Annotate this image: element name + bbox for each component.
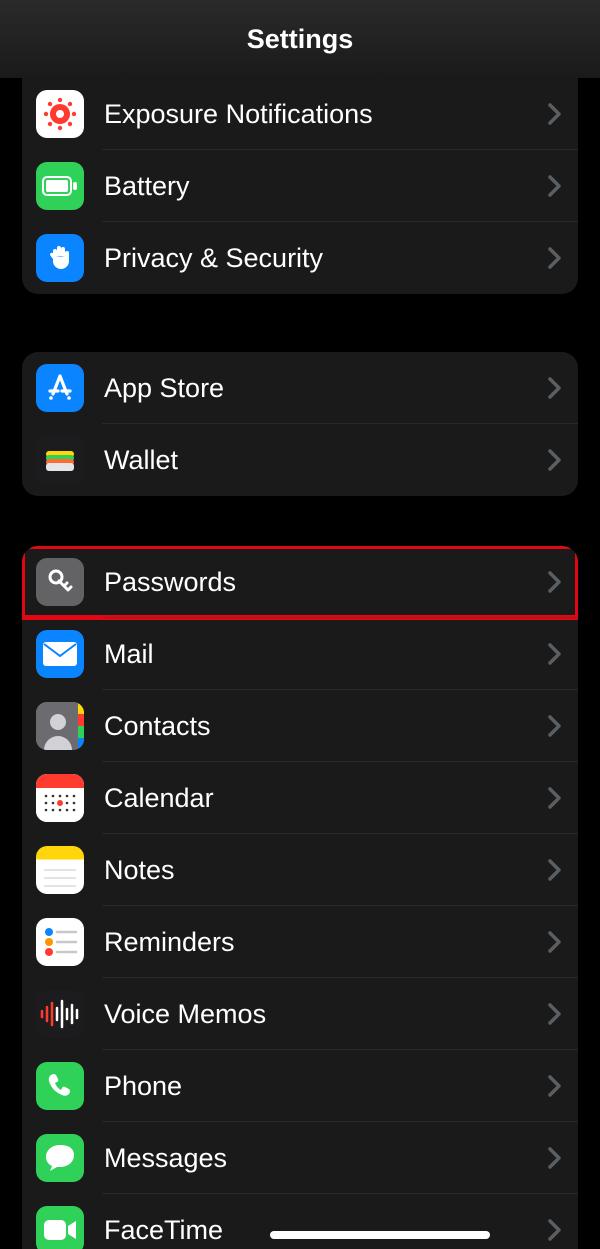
row-voice-memos[interactable]: Voice Memos <box>22 978 578 1050</box>
voice-memos-icon <box>36 990 84 1038</box>
row-label: Messages <box>104 1143 548 1174</box>
row-label: Exposure Notifications <box>104 99 548 130</box>
row-label: Battery <box>104 171 548 202</box>
notes-icon <box>36 846 84 894</box>
chevron-right-icon <box>548 643 562 665</box>
row-label: Privacy & Security <box>104 243 548 274</box>
facetime-icon <box>36 1206 84 1249</box>
row-notes[interactable]: Notes <box>22 834 578 906</box>
app-store-icon <box>36 364 84 412</box>
chevron-right-icon <box>548 1003 562 1025</box>
settings-group-apps: Passwords Mail <box>22 546 578 1249</box>
phone-icon <box>36 1062 84 1110</box>
calendar-icon <box>36 774 84 822</box>
row-label: Notes <box>104 855 548 886</box>
row-mail[interactable]: Mail <box>22 618 578 690</box>
row-contacts[interactable]: Contacts <box>22 690 578 762</box>
row-calendar[interactable]: Calendar <box>22 762 578 834</box>
row-facetime[interactable]: FaceTime <box>22 1194 578 1249</box>
row-label: Reminders <box>104 927 548 958</box>
chevron-right-icon <box>548 931 562 953</box>
row-label: Wallet <box>104 445 548 476</box>
home-indicator[interactable] <box>270 1231 490 1239</box>
row-label: Calendar <box>104 783 548 814</box>
contacts-icon <box>36 702 84 750</box>
exposure-notifications-icon <box>36 90 84 138</box>
row-label: Phone <box>104 1071 548 1102</box>
page-title: Settings <box>247 24 354 55</box>
row-phone[interactable]: Phone <box>22 1050 578 1122</box>
settings-group-store: App Store Wallet <box>22 352 578 496</box>
chevron-right-icon <box>548 1147 562 1169</box>
row-label: FaceTime <box>104 1215 548 1246</box>
chevron-right-icon <box>548 175 562 197</box>
row-privacy-security[interactable]: Privacy & Security <box>22 222 578 294</box>
mail-icon <box>36 630 84 678</box>
settings-scroll[interactable]: Exposure Notifications Battery <box>0 78 600 1249</box>
chevron-right-icon <box>548 1219 562 1241</box>
row-reminders[interactable]: Reminders <box>22 906 578 978</box>
chevron-right-icon <box>548 715 562 737</box>
chevron-right-icon <box>548 571 562 593</box>
messages-icon <box>36 1134 84 1182</box>
chevron-right-icon <box>548 787 562 809</box>
row-battery[interactable]: Battery <box>22 150 578 222</box>
chevron-right-icon <box>548 1075 562 1097</box>
row-wallet[interactable]: Wallet <box>22 424 578 496</box>
row-exposure-notifications[interactable]: Exposure Notifications <box>22 78 578 150</box>
chevron-right-icon <box>548 377 562 399</box>
settings-group-system: Exposure Notifications Battery <box>22 78 578 294</box>
row-label: App Store <box>104 373 548 404</box>
reminders-icon <box>36 918 84 966</box>
row-messages[interactable]: Messages <box>22 1122 578 1194</box>
chevron-right-icon <box>548 103 562 125</box>
key-icon <box>36 558 84 606</box>
chevron-right-icon <box>548 859 562 881</box>
row-passwords[interactable]: Passwords <box>22 546 578 618</box>
row-label: Passwords <box>104 567 548 598</box>
row-app-store[interactable]: App Store <box>22 352 578 424</box>
hand-icon <box>36 234 84 282</box>
row-label: Mail <box>104 639 548 670</box>
wallet-icon <box>36 436 84 484</box>
battery-icon <box>36 162 84 210</box>
chevron-right-icon <box>548 247 562 269</box>
row-label: Voice Memos <box>104 999 548 1030</box>
header-bar: Settings <box>0 0 600 78</box>
chevron-right-icon <box>548 449 562 471</box>
row-label: Contacts <box>104 711 548 742</box>
